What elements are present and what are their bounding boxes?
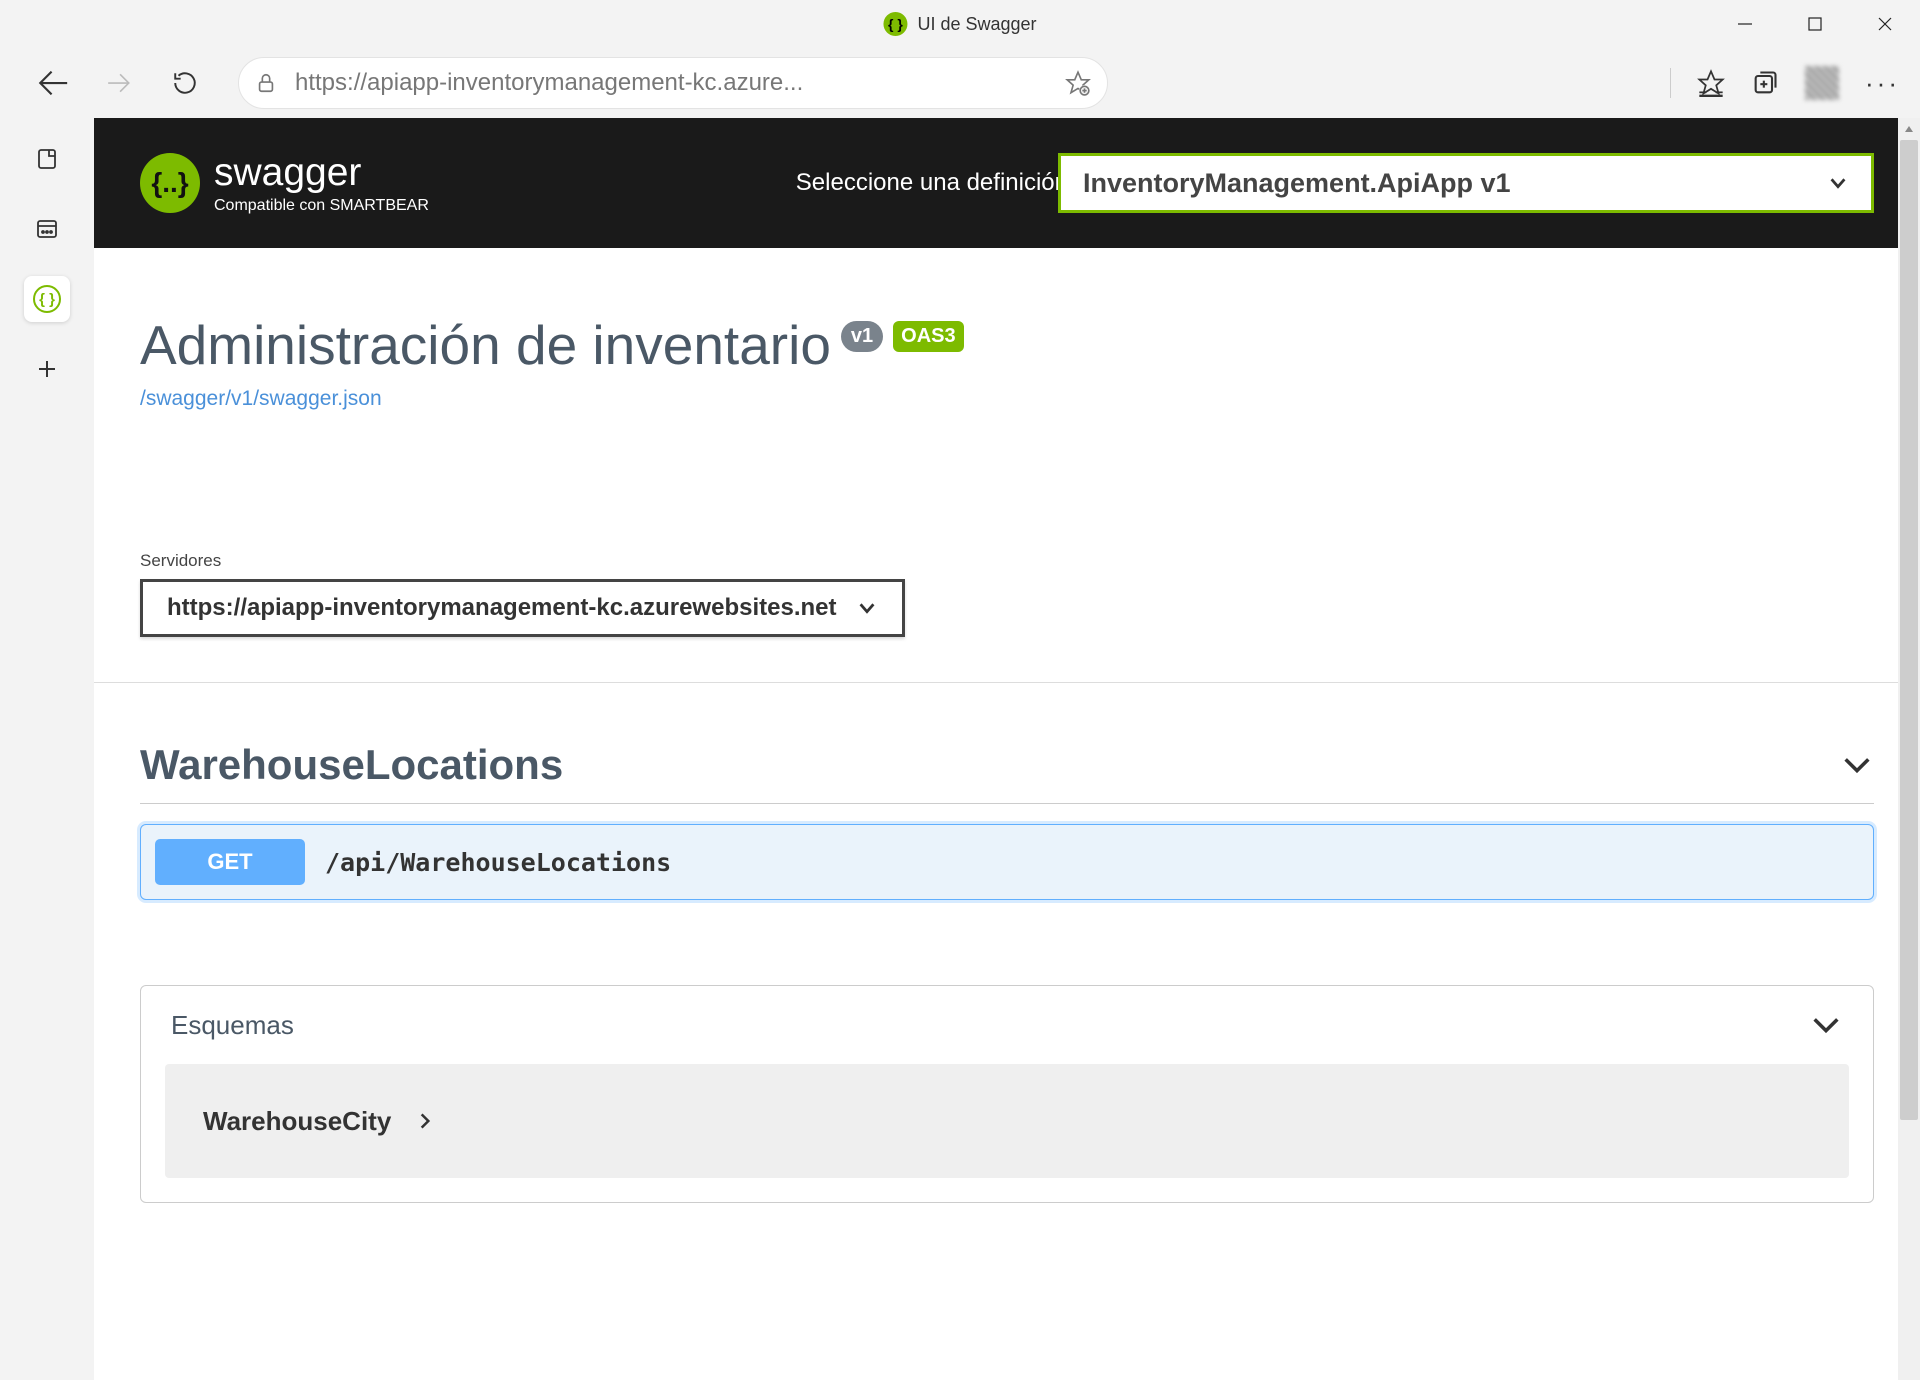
chevron-down-icon [1809, 1008, 1843, 1042]
chevron-down-icon [856, 597, 878, 619]
browser-sidebar: { } [0, 118, 94, 1380]
divider [94, 682, 1920, 683]
operation-path: /api/WarehouseLocations [325, 848, 671, 877]
chevron-down-icon [1840, 748, 1874, 782]
definition-select[interactable]: InventoryManagement.ApiApp v1 [1058, 153, 1874, 213]
app-icon: { } [883, 12, 907, 36]
operation-row[interactable]: GET /api/WarehouseLocations [140, 824, 1874, 900]
tag-name: WarehouseLocations [140, 741, 563, 789]
close-button[interactable] [1850, 0, 1920, 48]
version-badge: v1 [841, 321, 883, 352]
schemas-section: Esquemas WarehouseCity [140, 985, 1874, 1203]
favorite-icon[interactable] [1065, 70, 1091, 96]
url-text: https://apiapp-inventorymanagement-kc.az… [295, 69, 1065, 97]
swagger-logo-subtext: Compatible con SMARTBEAR [214, 197, 429, 215]
page-content: {..} swagger Compatible con SMARTBEAR Se… [94, 118, 1920, 1380]
schema-item[interactable]: WarehouseCity [165, 1064, 1849, 1178]
more-menu[interactable]: ··· [1865, 68, 1900, 99]
sidebar-tab-1[interactable] [24, 136, 70, 182]
minimize-button[interactable] [1710, 0, 1780, 48]
swagger-logo-icon: {..} [140, 153, 200, 213]
window-titlebar: { } UI de Swagger [0, 0, 1920, 48]
collections-icon[interactable] [1751, 69, 1779, 97]
window-title: UI de Swagger [917, 14, 1036, 35]
favorites-icon[interactable] [1697, 69, 1725, 97]
swagger-topbar: {..} swagger Compatible con SMARTBEAR Se… [94, 118, 1920, 248]
sidebar-tab-swagger[interactable]: { } [24, 276, 70, 322]
sidebar-tab-2[interactable] [24, 206, 70, 252]
servers-select[interactable]: https://apiapp-inventorymanagement-kc.az… [140, 579, 905, 637]
browser-toolbar: https://apiapp-inventorymanagement-kc.az… [0, 48, 1920, 118]
scrollbar[interactable] [1898, 118, 1920, 1380]
schemas-header[interactable]: Esquemas [141, 986, 1873, 1064]
tag-header[interactable]: WarehouseLocations [140, 741, 1874, 804]
swagger-logo-text: swagger [214, 151, 429, 195]
refresh-button[interactable] [162, 60, 208, 106]
definition-label: Seleccione una definición [796, 169, 1068, 197]
toolbar-separator [1670, 68, 1671, 98]
oas-badge: OAS3 [893, 321, 963, 352]
spec-link[interactable]: /swagger/v1/swagger.json [140, 387, 1874, 411]
scrollbar-thumb[interactable] [1900, 140, 1918, 1120]
chevron-down-icon [1827, 172, 1849, 194]
forward-button[interactable] [96, 60, 142, 106]
maximize-button[interactable] [1780, 0, 1850, 48]
http-method-badge: GET [155, 839, 305, 885]
lock-icon [255, 72, 277, 94]
schemas-label: Esquemas [171, 1010, 294, 1041]
api-title: Administración de inventario [140, 313, 831, 377]
schema-name: WarehouseCity [203, 1106, 391, 1137]
servers-selected: https://apiapp-inventorymanagement-kc.az… [167, 594, 836, 622]
scroll-up-icon[interactable] [1898, 118, 1920, 140]
servers-label: Servidores [140, 551, 1874, 571]
definition-selected: InventoryManagement.ApiApp v1 [1083, 168, 1511, 199]
swagger-mini-icon: { } [33, 285, 61, 313]
chevron-right-icon [415, 1111, 435, 1131]
back-button[interactable] [30, 60, 76, 106]
api-title-row: Administración de inventario v1 OAS3 [140, 313, 964, 377]
user-avatar[interactable] [1805, 66, 1839, 100]
sidebar-add-tab[interactable] [24, 346, 70, 392]
address-bar[interactable]: https://apiapp-inventorymanagement-kc.az… [238, 57, 1108, 109]
